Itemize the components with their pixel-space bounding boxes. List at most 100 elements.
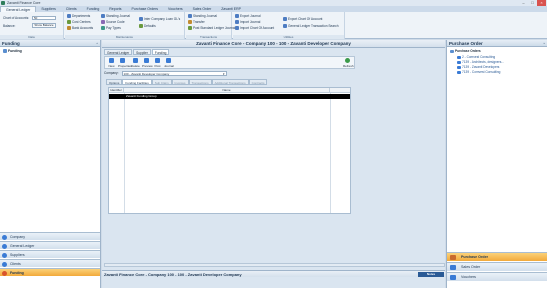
vouchers-icon bbox=[450, 275, 456, 280]
bank-accounts-button[interactable]: Bank Accounts bbox=[67, 26, 93, 30]
po-item[interactable]: 7139 - Architects, designers... bbox=[457, 60, 504, 64]
transfer-button[interactable]: Transfer bbox=[188, 20, 205, 24]
status-title-bar: Zavanti Finance Core - Company 100 - 100… bbox=[102, 270, 445, 277]
journal-icon bbox=[166, 58, 171, 63]
left-panel-title: Funding bbox=[0, 40, 100, 47]
nav-funding[interactable]: Funding bbox=[0, 268, 100, 276]
ribbon-group-transactions: Standing Journal Transfer Post Standard … bbox=[186, 12, 235, 39]
column-name[interactable]: Name bbox=[124, 88, 330, 93]
delete-button[interactable]: Delete bbox=[131, 58, 140, 68]
ribbon-group-utilities: Export Journal Import Journal Import Cha… bbox=[233, 12, 345, 39]
show-balance-button[interactable]: Show Balance bbox=[32, 23, 56, 28]
app-icon bbox=[1, 1, 5, 5]
departments-button[interactable]: Departments bbox=[67, 14, 90, 18]
ribbon: Chart of Accounts: 50 Balance: Show Bala… bbox=[0, 12, 547, 39]
company-select[interactable]: 100 - Zavanti Developer Company bbox=[121, 70, 227, 76]
nav-clients[interactable]: Clients bbox=[0, 259, 100, 267]
preview-button[interactable]: Preview bbox=[142, 58, 153, 68]
po-item[interactable]: 2 - Comvest Consulting bbox=[457, 55, 495, 59]
grid-header: Identifier Name bbox=[109, 88, 350, 93]
export-journal-button[interactable]: Export Journal bbox=[235, 14, 261, 18]
tab-sub-claim[interactable]: Sub Claim bbox=[151, 79, 172, 85]
bank-icon bbox=[67, 26, 71, 30]
import-icon bbox=[235, 26, 239, 30]
funding-icon bbox=[2, 271, 7, 276]
horizontal-scrollbar[interactable] bbox=[104, 263, 445, 267]
journal-button[interactable]: Journal bbox=[164, 58, 174, 68]
inter-company-loan-button[interactable]: Inter Company Loan GL's bbox=[139, 17, 180, 21]
tab-invoices[interactable]: Invoices bbox=[171, 79, 189, 85]
nav-purchase-order[interactable]: Purchase Order bbox=[447, 252, 547, 261]
chart-of-accounts-label: Chart of Accounts: bbox=[3, 16, 30, 20]
export-chart-button[interactable]: Export Chart Of Account bbox=[283, 17, 322, 21]
tree-item-funding[interactable]: Funding bbox=[3, 49, 22, 53]
notes-button[interactable]: Notes bbox=[418, 272, 444, 277]
ledger-icon bbox=[2, 244, 7, 249]
funding-grid: Identifier Name Zavanti Funding Group bbox=[108, 87, 351, 214]
document-icon bbox=[457, 60, 461, 64]
cost-centres-button[interactable]: Cost Centres bbox=[67, 20, 91, 24]
preview-icon bbox=[144, 58, 149, 63]
ribbon-group-data: Chart of Accounts: 50 Balance: Show Bala… bbox=[0, 12, 64, 39]
defaults-button[interactable]: Defaults bbox=[139, 24, 156, 28]
nav-suppliers[interactable]: Suppliers bbox=[0, 250, 100, 258]
tab-contracts[interactable]: Contracts bbox=[248, 79, 268, 85]
journal-icon bbox=[188, 14, 192, 18]
right-panel: Purchase Order » Purchase Orders 2 - Com… bbox=[446, 40, 547, 288]
standing-journal-button[interactable]: Standing Journal bbox=[101, 14, 130, 18]
journal-icon bbox=[101, 14, 105, 18]
cost-centres-icon bbox=[67, 20, 71, 24]
ribbon-group-label: Transactions bbox=[186, 35, 231, 39]
refresh-button[interactable]: Refresh bbox=[343, 58, 354, 68]
company-label: Company: bbox=[104, 71, 119, 75]
tab-additional-transactions[interactable]: Additional Transactions bbox=[211, 79, 249, 85]
collapse-right-icon[interactable]: » bbox=[543, 41, 545, 45]
tab-funding-facilities[interactable]: Funding Facilities bbox=[122, 79, 152, 85]
tree-root-purchase-orders[interactable]: Purchase Orders bbox=[450, 49, 481, 53]
right-panel-title: Purchase Order bbox=[447, 40, 547, 47]
tab-general-ledger[interactable]: General Ledger bbox=[104, 49, 133, 55]
column-identifier[interactable]: Identifier bbox=[109, 88, 124, 93]
window-title: Zavanti Finance Core bbox=[7, 1, 41, 5]
nav-general-ledger[interactable]: General Ledger bbox=[0, 241, 100, 249]
folder-icon bbox=[450, 49, 454, 53]
nav-company[interactable]: Company bbox=[0, 232, 100, 240]
departments-icon bbox=[67, 14, 71, 18]
import-journal-button[interactable]: Import Journal bbox=[235, 20, 260, 24]
document-title: Zavanti Finance Core - Company 100 - 100… bbox=[102, 40, 445, 48]
tx-standing-journal-button[interactable]: Standing Journal bbox=[188, 14, 217, 18]
document-icon bbox=[457, 65, 461, 69]
purchase-order-icon bbox=[450, 255, 456, 260]
post-standard-ledger-button[interactable]: Post Standard Ledger Journal bbox=[188, 26, 235, 30]
document-icon bbox=[457, 55, 461, 59]
status-title: Zavanti Finance Core - Company 100 - 100… bbox=[104, 272, 242, 277]
tab-funding[interactable]: Funding bbox=[151, 49, 170, 55]
export-icon bbox=[235, 14, 239, 18]
transfer-icon bbox=[188, 20, 192, 24]
left-panel: Funding « Funding Company General Ledger… bbox=[0, 40, 101, 288]
pay-types-button[interactable]: Pay Types bbox=[101, 26, 121, 30]
tab-transactions[interactable]: Transactions bbox=[188, 79, 212, 85]
nav-vouchers[interactable]: Vouchers bbox=[447, 272, 547, 281]
document-icon bbox=[457, 70, 461, 74]
new-button[interactable]: New bbox=[107, 58, 116, 68]
po-item[interactable]: 7139 - Zavanti Developers bbox=[457, 65, 499, 69]
properties-button[interactable]: Properties bbox=[118, 58, 132, 68]
source-code-button[interactable]: Source Code bbox=[101, 20, 125, 24]
sub-tabs: Options Funding Facilities Sub Claim Inv… bbox=[106, 79, 268, 85]
collapse-left-icon[interactable]: « bbox=[96, 41, 98, 45]
chart-of-accounts-field[interactable]: 50 bbox=[32, 16, 56, 20]
table-row[interactable]: Zavanti Funding Group bbox=[109, 94, 350, 99]
tab-options[interactable]: Options bbox=[106, 79, 123, 85]
nav-sales-order[interactable]: Sales Order bbox=[447, 262, 547, 271]
grid-divider bbox=[330, 93, 331, 213]
gl-transaction-search-button[interactable]: General Ledger Transaction Search bbox=[283, 24, 339, 28]
po-item[interactable]: 7139 - Comvest Consulting bbox=[457, 70, 500, 74]
ribbon-group-label: Data bbox=[0, 35, 63, 39]
import-chart-button[interactable]: Import Chart Of Account bbox=[235, 26, 274, 30]
post-icon bbox=[155, 58, 160, 63]
post-icon bbox=[188, 26, 192, 30]
post-button[interactable]: Post bbox=[153, 58, 162, 68]
tab-supplier[interactable]: Supplier bbox=[133, 49, 151, 55]
refresh-icon bbox=[345, 58, 350, 63]
